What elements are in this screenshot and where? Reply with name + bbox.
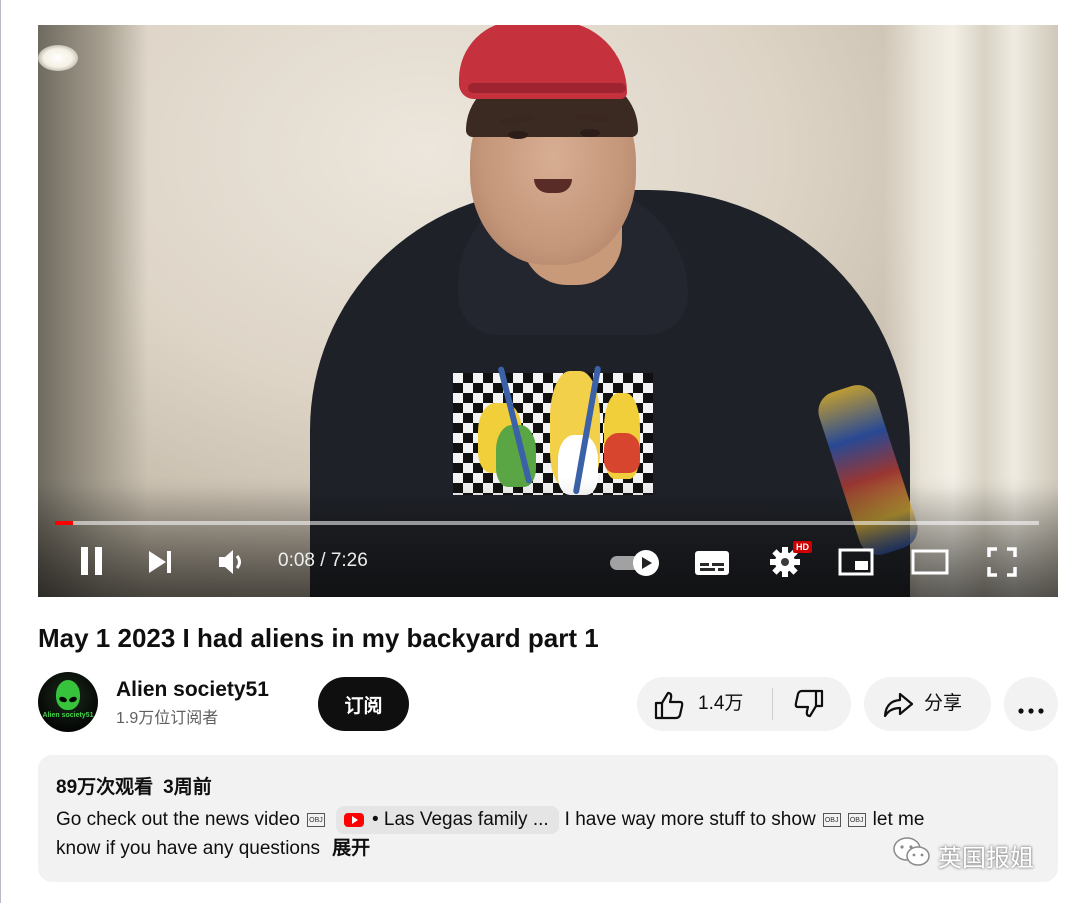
pause-button[interactable] — [76, 543, 108, 579]
miniplayer-icon — [838, 548, 874, 576]
obj-glyph: OBJ — [306, 813, 325, 827]
video-player[interactable]: 0:08 / 7:26 HD — [38, 25, 1058, 597]
page-left-border — [0, 0, 1, 903]
linked-video-title: • Las Vegas family ... — [371, 809, 549, 830]
share-label: 分享 — [924, 693, 963, 714]
like-dislike-group: 1.4万 — [637, 677, 851, 731]
linked-video-chip[interactable]: • Las Vegas family ... — [335, 806, 559, 834]
share-icon — [882, 691, 914, 724]
more-actions-button[interactable] — [1004, 677, 1058, 731]
video-title: May 1 2023 I had aliens in my backyard p… — [38, 623, 599, 653]
volume-icon — [216, 547, 248, 577]
description-text-3: let me — [872, 809, 925, 830]
theater-mode-button[interactable] — [910, 546, 950, 578]
fullscreen-icon — [986, 546, 1018, 578]
volume-button[interactable] — [214, 545, 250, 579]
obj-glyph: OBJ — [822, 813, 841, 827]
subscribe-button[interactable]: 订阅 — [318, 677, 409, 731]
autoplay-toggle-icon — [608, 548, 662, 578]
next-button[interactable] — [144, 545, 176, 579]
more-icon — [1018, 701, 1044, 719]
pause-icon — [78, 545, 106, 577]
progress-played — [55, 521, 73, 525]
wechat-icon — [892, 836, 932, 874]
alien-logo-icon — [56, 680, 80, 710]
watermark: 英国报姐 — [892, 836, 1034, 874]
description-text: Go check out the news video — [56, 809, 300, 830]
youtube-logo-icon — [343, 813, 364, 827]
hd-badge: HD — [793, 541, 812, 553]
autoplay-toggle[interactable] — [608, 548, 662, 578]
subscriber-count: 1.9万位订阅者 — [116, 710, 219, 727]
theater-mode-icon — [911, 548, 949, 576]
miniplayer-button[interactable] — [837, 546, 875, 578]
progress-bar[interactable] — [55, 521, 1039, 525]
subtitles-icon — [694, 549, 730, 577]
expand-link[interactable]: 展开 — [332, 838, 370, 859]
description-text-4: know if you have any questions — [56, 838, 321, 859]
description-meta: 89万次观看 3周前 — [56, 775, 222, 801]
dislike-button[interactable] — [773, 677, 851, 731]
share-button[interactable]: 分享 — [864, 677, 991, 731]
view-count: 89万次观看 — [56, 777, 154, 798]
channel-avatar[interactable]: Alien society51 — [38, 672, 98, 732]
like-icon — [653, 690, 685, 725]
watermark-text: 英国报姐 — [938, 843, 1034, 872]
obj-glyph: OBJ — [847, 813, 866, 827]
like-button[interactable]: 1.4万 — [637, 677, 773, 731]
controls-gradient — [38, 487, 1058, 597]
subtitles-button[interactable] — [693, 547, 731, 579]
next-icon — [146, 548, 174, 576]
description-line-1: Go check out the news video OBJ • Las Ve… — [56, 806, 924, 834]
like-count: 1.4万 — [698, 693, 744, 714]
time-display: 0:08 / 7:26 — [278, 550, 368, 571]
avatar-logo-text: Alien society51 — [42, 712, 94, 719]
dislike-icon — [793, 689, 825, 724]
upload-date: 3周前 — [163, 777, 212, 798]
fullscreen-button[interactable] — [984, 545, 1020, 579]
description-line-2: know if you have any questions 展开 — [56, 836, 370, 862]
channel-name[interactable]: Alien society51 — [116, 676, 269, 704]
description-text-2: I have way more stuff to show — [564, 809, 816, 830]
